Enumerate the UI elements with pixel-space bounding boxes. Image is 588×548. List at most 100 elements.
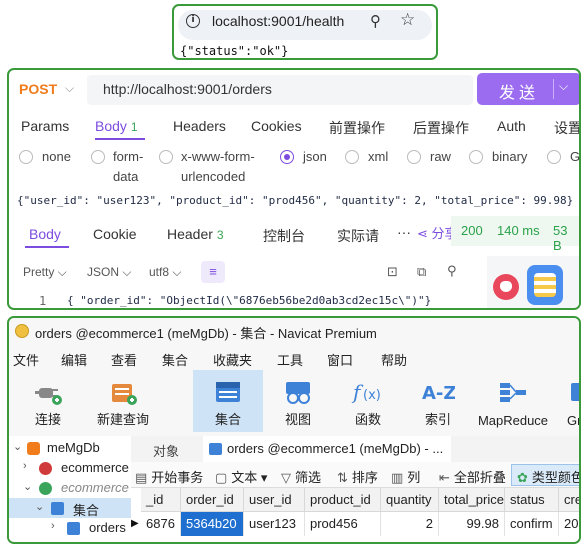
address-url[interactable]: localhost:9001/health	[212, 13, 344, 29]
main-toolbar: 连接 新建查询 集合 视图 f (x) 函数 A-Z 索引 MapReduce G…	[9, 370, 579, 436]
chevron-down-icon[interactable]: ⌄	[23, 480, 32, 493]
encoding-select[interactable]: utf8 ⌵	[149, 265, 181, 280]
tab-body[interactable]: Body 1	[95, 118, 138, 134]
search-icon[interactable]: ⚲	[447, 263, 457, 279]
tab-pre-actions[interactable]: 前置操作	[329, 118, 385, 138]
columns-label: 列	[407, 470, 421, 485]
radio-form-data[interactable]	[91, 150, 105, 164]
menu-file[interactable]: 文件	[13, 350, 39, 369]
tab-post-actions[interactable]: 后置操作	[413, 118, 469, 138]
mapreduce-icon	[500, 383, 526, 402]
index-button[interactable]: A-Z 索引	[403, 370, 473, 432]
view-mode-select[interactable]: Pretty ⌵	[23, 265, 67, 280]
bookmark-star-icon[interactable]: ☆	[400, 10, 415, 30]
tab-response-header[interactable]: Header 3	[167, 226, 224, 242]
menu-edit[interactable]: 编辑	[61, 350, 87, 369]
radio-none[interactable]	[19, 150, 33, 164]
chevron-down-icon[interactable]: ⌄	[35, 500, 44, 513]
chevron-right-icon[interactable]: ›	[23, 460, 27, 472]
connect-button[interactable]: 连接	[13, 370, 83, 432]
tab-objects[interactable]: 对象	[153, 441, 179, 460]
wrap-lines-icon[interactable]: ≡	[201, 261, 225, 283]
tree-item-connection[interactable]: ⌄ meMgDb	[9, 438, 131, 458]
site-info-icon[interactable]: i	[186, 14, 200, 28]
zoom-icon[interactable]: ⚲	[370, 12, 381, 30]
sort-button[interactable]: ⇅ 排序	[337, 467, 378, 486]
tree-item-database[interactable]: › ecommerce	[9, 458, 131, 478]
collapse-all-button[interactable]: ⇤ 全部折叠	[439, 467, 506, 486]
menu-tools[interactable]: 工具	[277, 350, 303, 369]
tab-console[interactable]: 控制台	[263, 226, 305, 246]
radio-xml[interactable]	[345, 150, 359, 164]
menu-help[interactable]: 帮助	[381, 350, 407, 369]
tab-response-cookie[interactable]: Cookie	[93, 226, 137, 242]
chevron-down-icon[interactable]: ⌵	[65, 81, 74, 96]
copy-icon[interactable]: ⧉	[417, 264, 426, 280]
download-icon[interactable]: ⊡	[387, 264, 398, 280]
format-label: JSON	[87, 265, 120, 279]
tab-params[interactable]: Params	[21, 118, 69, 134]
column-header-id[interactable]: _id	[141, 488, 181, 512]
table-cell[interactable]: 2025	[559, 512, 579, 536]
chevron-right-icon[interactable]: ›	[51, 520, 55, 532]
function-button[interactable]: f (x) 函数	[333, 370, 403, 432]
menu-collection[interactable]: 集合	[162, 350, 188, 369]
menu-window[interactable]: 窗口	[327, 350, 353, 369]
table-cell[interactable]: user123	[244, 512, 305, 536]
new-query-button[interactable]: 新建查询	[87, 370, 159, 432]
tab-cookies[interactable]: Cookies	[251, 118, 302, 134]
tab-orders-document[interactable]: orders @ecommerce1 (meMgDb) - ...	[203, 436, 451, 462]
grid-button[interactable]: Grid	[559, 370, 579, 432]
grid-icon	[571, 383, 579, 401]
chevron-down-icon[interactable]: ⌵	[559, 79, 568, 94]
format-select[interactable]: JSON ⌵	[87, 265, 131, 280]
table-cell[interactable]: 6876	[141, 512, 181, 536]
table-cell[interactable]: 2	[381, 512, 439, 536]
tree-item-database[interactable]: ⌄ ecommerce	[9, 478, 131, 498]
column-header-total-price[interactable]: total_price	[439, 488, 505, 512]
column-header-order-id[interactable]: order_id	[181, 488, 244, 512]
app-shortcut-icon[interactable]	[493, 274, 519, 300]
table-cell[interactable]: confirm	[505, 512, 559, 536]
column-header-created[interactable]: creat	[559, 488, 579, 512]
column-header-status[interactable]: status	[505, 488, 559, 512]
tree-item-collections-group[interactable]: ⌄ 集合	[9, 498, 131, 518]
tab-actual-request[interactable]: 实际请	[337, 226, 379, 246]
request-url-text[interactable]: http://localhost:9001/orders	[103, 81, 272, 97]
tab-settings[interactable]: 设置	[554, 118, 579, 138]
columns-button[interactable]: ▥ 列	[391, 467, 420, 486]
radio-graphql[interactable]	[547, 150, 561, 164]
menu-view[interactable]: 查看	[111, 350, 137, 369]
radio-raw[interactable]	[407, 150, 421, 164]
filter-button[interactable]: ▽ 筛选	[281, 467, 321, 486]
view-button[interactable]: 视图	[263, 370, 333, 432]
text-button[interactable]: ▢ 文本 ▾	[215, 467, 267, 486]
begin-transaction-label: 开始事务	[151, 470, 204, 485]
tab-strip: 对象 orders @ecommerce1 (meMgDb) - ...	[131, 436, 579, 462]
begin-transaction-button[interactable]: ▤ 开始事务	[135, 467, 203, 486]
column-header-user-id[interactable]: user_id	[244, 488, 305, 512]
send-button[interactable]: 发送 ⌵	[477, 73, 579, 105]
table-cell[interactable]: prod456	[305, 512, 381, 536]
type-color-text[interactable]: ✿ 类型颜色	[517, 467, 579, 486]
radio-json[interactable]	[280, 150, 294, 164]
more-tabs-icon[interactable]: ···	[397, 224, 411, 240]
radio-binary[interactable]	[469, 150, 483, 164]
column-header-quantity[interactable]: quantity	[381, 488, 439, 512]
collection-icon	[209, 443, 222, 455]
table-cell-selected[interactable]: 5364b20	[181, 512, 244, 536]
notes-app-icon[interactable]	[527, 265, 563, 305]
method-select[interactable]: POST	[19, 81, 57, 97]
radio-urlencoded[interactable]	[159, 150, 173, 164]
collection-button[interactable]: 集合	[193, 370, 263, 432]
tab-headers[interactable]: Headers	[173, 118, 226, 134]
tree-item-orders[interactable]: › orders	[9, 518, 131, 538]
menu-favorites[interactable]: 收藏夹	[213, 350, 252, 369]
tab-auth[interactable]: Auth	[497, 118, 526, 134]
tab-response-body[interactable]: Body	[29, 226, 61, 242]
chevron-down-icon[interactable]: ⌄	[13, 440, 22, 453]
column-header-product-id[interactable]: product_id	[305, 488, 381, 512]
request-body-editor[interactable]: {"user_id": "user123", "product_id": "pr…	[17, 194, 573, 207]
mapreduce-button[interactable]: MapReduce	[473, 370, 553, 432]
table-cell[interactable]: 99.98	[439, 512, 505, 536]
